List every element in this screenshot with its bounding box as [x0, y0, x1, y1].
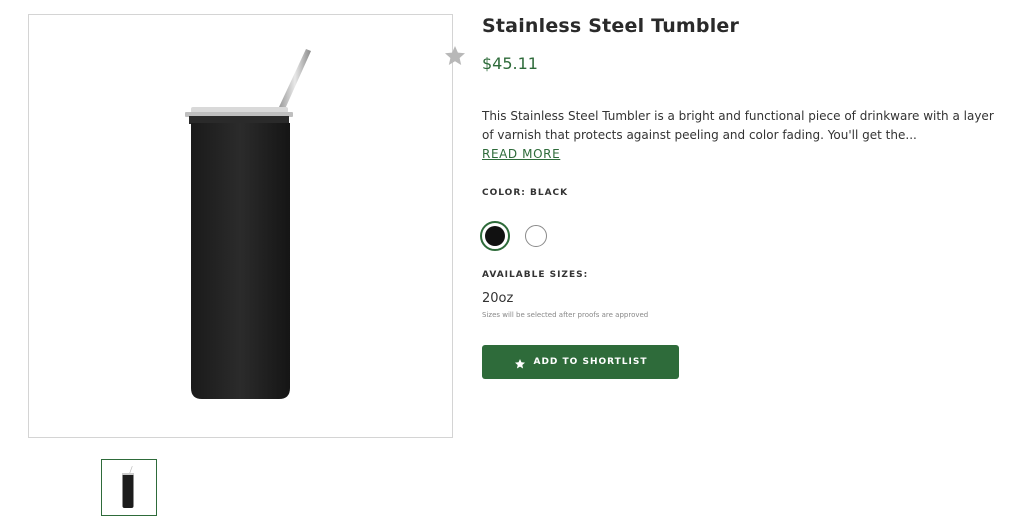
color-swatch-black-fill — [485, 226, 505, 246]
product-price: $45.11 — [482, 54, 538, 73]
star-icon — [514, 358, 525, 368]
favorite-star-icon[interactable] — [443, 44, 467, 68]
available-sizes-label: AVAILABLE SIZES: — [482, 270, 589, 280]
read-more-link[interactable]: READ MORE — [482, 147, 560, 161]
add-to-shortlist-label: ADD TO SHORTLIST — [533, 357, 648, 367]
add-to-shortlist-button[interactable]: ADD TO SHORTLIST — [482, 345, 679, 379]
size-value: 20oz — [482, 291, 514, 306]
size-note: Sizes will be selected after proofs are … — [482, 311, 649, 319]
tumbler-image — [185, 49, 311, 399]
color-swatch-white[interactable] — [525, 225, 547, 247]
product-title: Stainless Steel Tumbler — [482, 15, 740, 37]
product-description: This Stainless Steel Tumbler is a bright… — [482, 109, 994, 142]
color-label: COLOR: BLACK — [482, 188, 569, 198]
product-image-frame — [28, 14, 465, 438]
color-swatch-black[interactable] — [480, 221, 510, 251]
product-thumbnail[interactable] — [101, 459, 157, 516]
